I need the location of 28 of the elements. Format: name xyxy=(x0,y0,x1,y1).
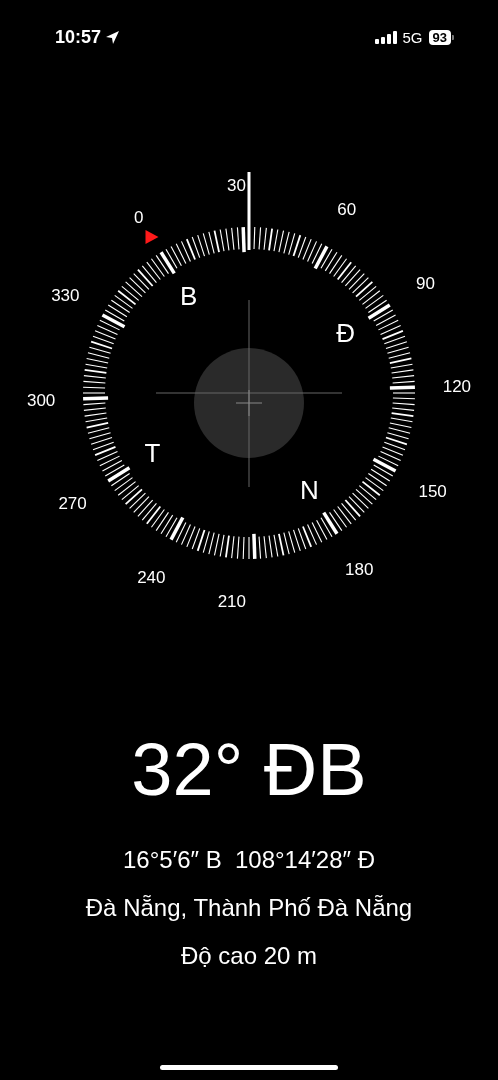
cardinal-letter: Đ xyxy=(336,317,356,348)
battery-level: 93 xyxy=(428,29,451,45)
location-name: Đà Nẵng, Thành Phố Đà Nẵng xyxy=(85,893,413,923)
heading-reading: 32° ĐB xyxy=(131,730,367,810)
degree-label: 60 xyxy=(337,200,357,220)
cardinal-letter: N xyxy=(300,474,319,505)
degree-label: 0 xyxy=(134,207,144,227)
degree-label: 270 xyxy=(58,494,87,514)
degree-label: 240 xyxy=(137,567,166,587)
degree-label: 150 xyxy=(418,481,447,501)
degree-label: 180 xyxy=(345,560,374,580)
north-marker-icon xyxy=(145,229,159,244)
altitude: Độ cao 20 m xyxy=(180,941,318,971)
degree-label: 330 xyxy=(51,286,80,306)
location-arrow-icon xyxy=(105,29,121,45)
degree-label: 300 xyxy=(26,391,56,411)
center-crosshair xyxy=(235,389,263,417)
degree-label: 120 xyxy=(442,376,472,396)
degree-label: 90 xyxy=(415,273,435,293)
degree-label: 210 xyxy=(217,591,246,611)
clock-time: 10:57 xyxy=(55,26,102,48)
cardinal-letter: B xyxy=(179,281,198,312)
cardinal-letter: T xyxy=(144,438,161,469)
degree-label: 30 xyxy=(227,176,246,196)
home-indicator[interactable] xyxy=(160,1065,338,1070)
signal-icon xyxy=(374,30,397,44)
coordinates: 16°5′6″ B 108°14′28″ Đ xyxy=(123,845,375,875)
network-type: 5G xyxy=(402,28,423,46)
